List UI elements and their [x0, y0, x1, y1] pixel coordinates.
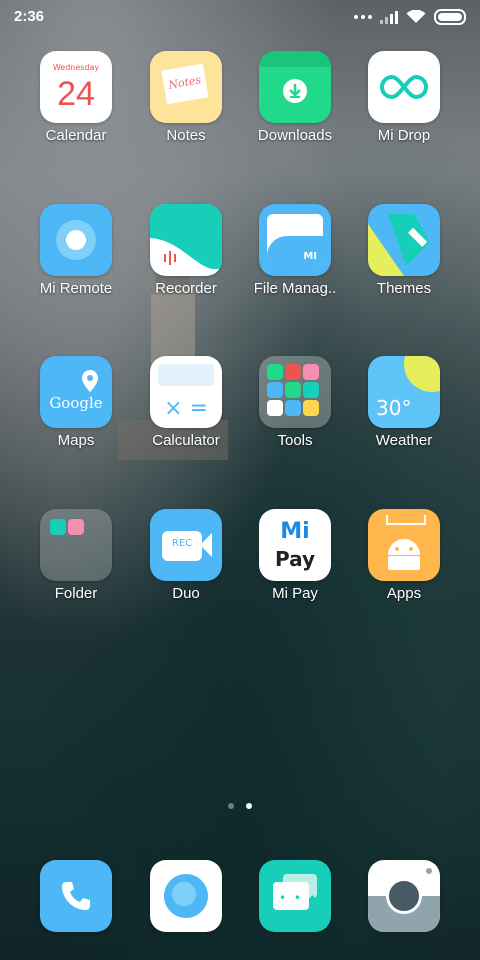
messages-icon: • • • [259, 860, 331, 932]
app-notes[interactable]: Notes Notes [131, 51, 241, 144]
midrop-icon [368, 51, 440, 123]
tools-folder-icon [259, 356, 331, 428]
app-apps[interactable]: Apps [349, 509, 459, 602]
app-themes[interactable]: Themes [349, 204, 459, 297]
app-folder[interactable]: Folder [21, 509, 131, 602]
app-label: Tools [277, 432, 313, 449]
maps-brand: Google [49, 394, 103, 412]
filemanager-brand: MI [303, 251, 317, 262]
calendar-icon: Wednesday 24 [40, 51, 112, 123]
app-mipay[interactable]: Mi Pay Mi Pay [240, 509, 350, 602]
mipay-icon: Mi Pay [259, 509, 331, 581]
app-label: Mi Drop [377, 127, 431, 144]
calculator-icon: × = [150, 356, 222, 428]
themes-icon [368, 204, 440, 276]
app-duo[interactable]: REC Duo [131, 509, 241, 602]
app-downloads[interactable]: Downloads [240, 51, 350, 144]
weather-icon: 30° [368, 356, 440, 428]
app-label: Weather [375, 432, 433, 449]
dock-browser[interactable] [131, 860, 241, 932]
miremote-icon [40, 204, 112, 276]
app-label: Mi Remote [39, 280, 113, 297]
app-label: Folder [54, 585, 98, 602]
app-label: Recorder [155, 280, 217, 297]
notes-card-text: Notes [167, 73, 203, 92]
app-label: Notes [166, 127, 206, 144]
app-label: Maps [57, 432, 95, 449]
calculator-symbols: × = [164, 396, 208, 421]
notes-card: Notes [161, 63, 209, 105]
recorder-wave-icon [150, 204, 222, 270]
dock-camera[interactable] [349, 860, 459, 932]
download-arrow-icon [283, 79, 307, 103]
mipay-brand-bottom: Pay [274, 547, 316, 571]
maps-icon: Google [40, 356, 112, 428]
app-calendar[interactable]: Wednesday 24 Calendar [21, 51, 131, 144]
notes-icon: Notes [150, 51, 222, 123]
app-calculator[interactable]: × = Calculator [131, 356, 241, 449]
app-label: Calculator [152, 432, 220, 449]
home-screen-grid: Wednesday 24 Calendar Notes Notes Downlo… [0, 0, 480, 960]
duo-badge: REC [171, 538, 193, 549]
apps-store-icon [368, 509, 440, 581]
duo-icon: REC [150, 509, 222, 581]
dock-phone[interactable] [21, 860, 131, 932]
folder-icon [40, 509, 112, 581]
app-filemanager[interactable]: MI File Manag.. [240, 204, 350, 297]
page-dot[interactable] [228, 803, 234, 809]
map-pin-icon [82, 370, 98, 392]
dock-messages[interactable]: • • • [240, 860, 350, 932]
page-dot-active[interactable] [246, 803, 252, 809]
mipay-brand-top: Mi [280, 519, 310, 544]
camera-icon [368, 860, 440, 932]
app-label: Downloads [257, 127, 333, 144]
app-recorder[interactable]: Recorder [131, 204, 241, 297]
filemanager-icon: MI [259, 204, 331, 276]
app-tools[interactable]: Tools [240, 356, 350, 449]
app-label: File Manag.. [253, 280, 337, 297]
calendar-weekday: Wednesday [52, 63, 100, 72]
phone-icon [40, 860, 112, 932]
app-label: Mi Pay [272, 585, 318, 602]
recorder-icon [150, 204, 222, 276]
app-label: Themes [376, 280, 432, 297]
weather-temp: 30° [376, 396, 412, 420]
app-label: Apps [386, 585, 422, 602]
downloads-icon [259, 51, 331, 123]
app-midrop[interactable]: Mi Drop [349, 51, 459, 144]
android-icon [388, 539, 420, 570]
app-label: Calendar [45, 127, 107, 144]
calendar-day: 24 [57, 75, 95, 113]
app-label: Duo [172, 585, 200, 602]
app-weather[interactable]: 30° Weather [349, 356, 459, 449]
infinity-icon [380, 74, 428, 100]
brush-icon [368, 214, 430, 276]
page-indicator [0, 803, 480, 809]
app-maps[interactable]: Google Maps [21, 356, 131, 449]
browser-icon [150, 860, 222, 932]
app-miremote[interactable]: Mi Remote [21, 204, 131, 297]
